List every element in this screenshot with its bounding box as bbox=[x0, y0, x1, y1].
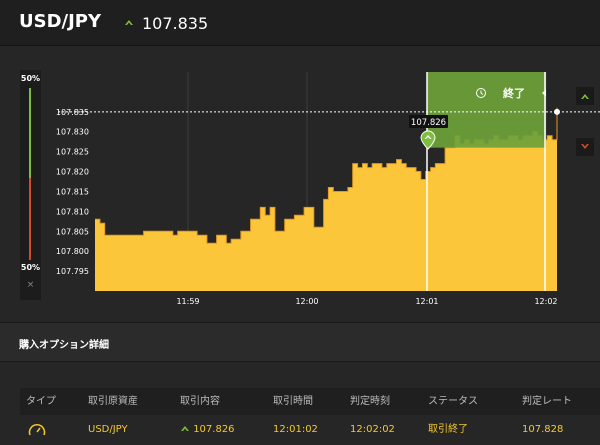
section-header: 購入オプション詳細 bbox=[0, 322, 600, 362]
header-judge-time: 判定時刻 bbox=[350, 396, 390, 407]
header-asset: 取引原資産 bbox=[88, 396, 138, 407]
x-tick-label: 11:59 bbox=[176, 297, 199, 306]
end-label: 終了 bbox=[503, 86, 525, 100]
buy-high-button[interactable] bbox=[576, 87, 594, 105]
y-tick-label: 107.830 bbox=[56, 128, 89, 137]
up-arrow-icon bbox=[181, 426, 189, 431]
header-type: タイプ bbox=[26, 396, 56, 407]
header-judge-rate: 判定レート bbox=[522, 396, 572, 407]
content-value: 107.826 bbox=[193, 424, 235, 435]
table-row[interactable]: USD/JPY 107.826 12:01:02 12:02:02 取引終了 1… bbox=[20, 415, 600, 445]
header-content: 取引内容 bbox=[180, 396, 220, 407]
x-tick-label: 12:01 bbox=[415, 297, 438, 306]
x-tick-label: 12:02 bbox=[534, 297, 557, 306]
entry-band bbox=[427, 72, 546, 148]
y-tick-label: 107.835 bbox=[56, 108, 89, 117]
y-tick-label: 107.805 bbox=[56, 227, 89, 236]
y-tick-label: 107.795 bbox=[56, 267, 89, 276]
x-tick-label: 12:00 bbox=[295, 297, 318, 306]
entry-price-tag: 107.826 bbox=[409, 115, 448, 128]
trading-screen: USD/JPY 107.835 50% 50% × 107.835 107.830… bbox=[0, 0, 600, 445]
entry-price-label: 107.826 bbox=[411, 118, 446, 128]
judge-time-cell: 12:02:02 bbox=[350, 424, 395, 435]
type-cell bbox=[27, 415, 47, 445]
judge-rate-cell: 107.828 bbox=[522, 424, 564, 435]
asset-cell: USD/JPY bbox=[88, 424, 128, 435]
y-tick-label: 107.815 bbox=[56, 187, 89, 196]
section-title: 購入オプション詳細 bbox=[19, 340, 109, 351]
status-cell: 取引終了 bbox=[428, 424, 468, 435]
price-chart: 107.835 107.830 107.825 107.820 107.815 107.8… bbox=[56, 72, 600, 306]
y-tick-label: 107.825 bbox=[56, 148, 89, 157]
table-header: タイプ 取引原資産 取引内容 取引時間 判定時刻 ステータス 判定レート bbox=[20, 388, 600, 415]
content-cell: 107.826 bbox=[180, 415, 235, 445]
down-arrow-icon bbox=[581, 144, 589, 149]
timer-gauge-icon bbox=[28, 424, 46, 436]
y-tick-label: 107.800 bbox=[56, 247, 89, 256]
y-tick-label: 107.820 bbox=[56, 168, 89, 177]
trade-time-cell: 12:01:02 bbox=[273, 424, 318, 435]
header-trade-time: 取引時間 bbox=[273, 396, 313, 407]
current-price-dot bbox=[554, 108, 560, 115]
buy-low-button[interactable] bbox=[576, 138, 594, 156]
header-status: ステータス bbox=[428, 396, 478, 407]
up-arrow-icon bbox=[581, 94, 589, 99]
y-tick-label: 107.810 bbox=[56, 207, 89, 216]
